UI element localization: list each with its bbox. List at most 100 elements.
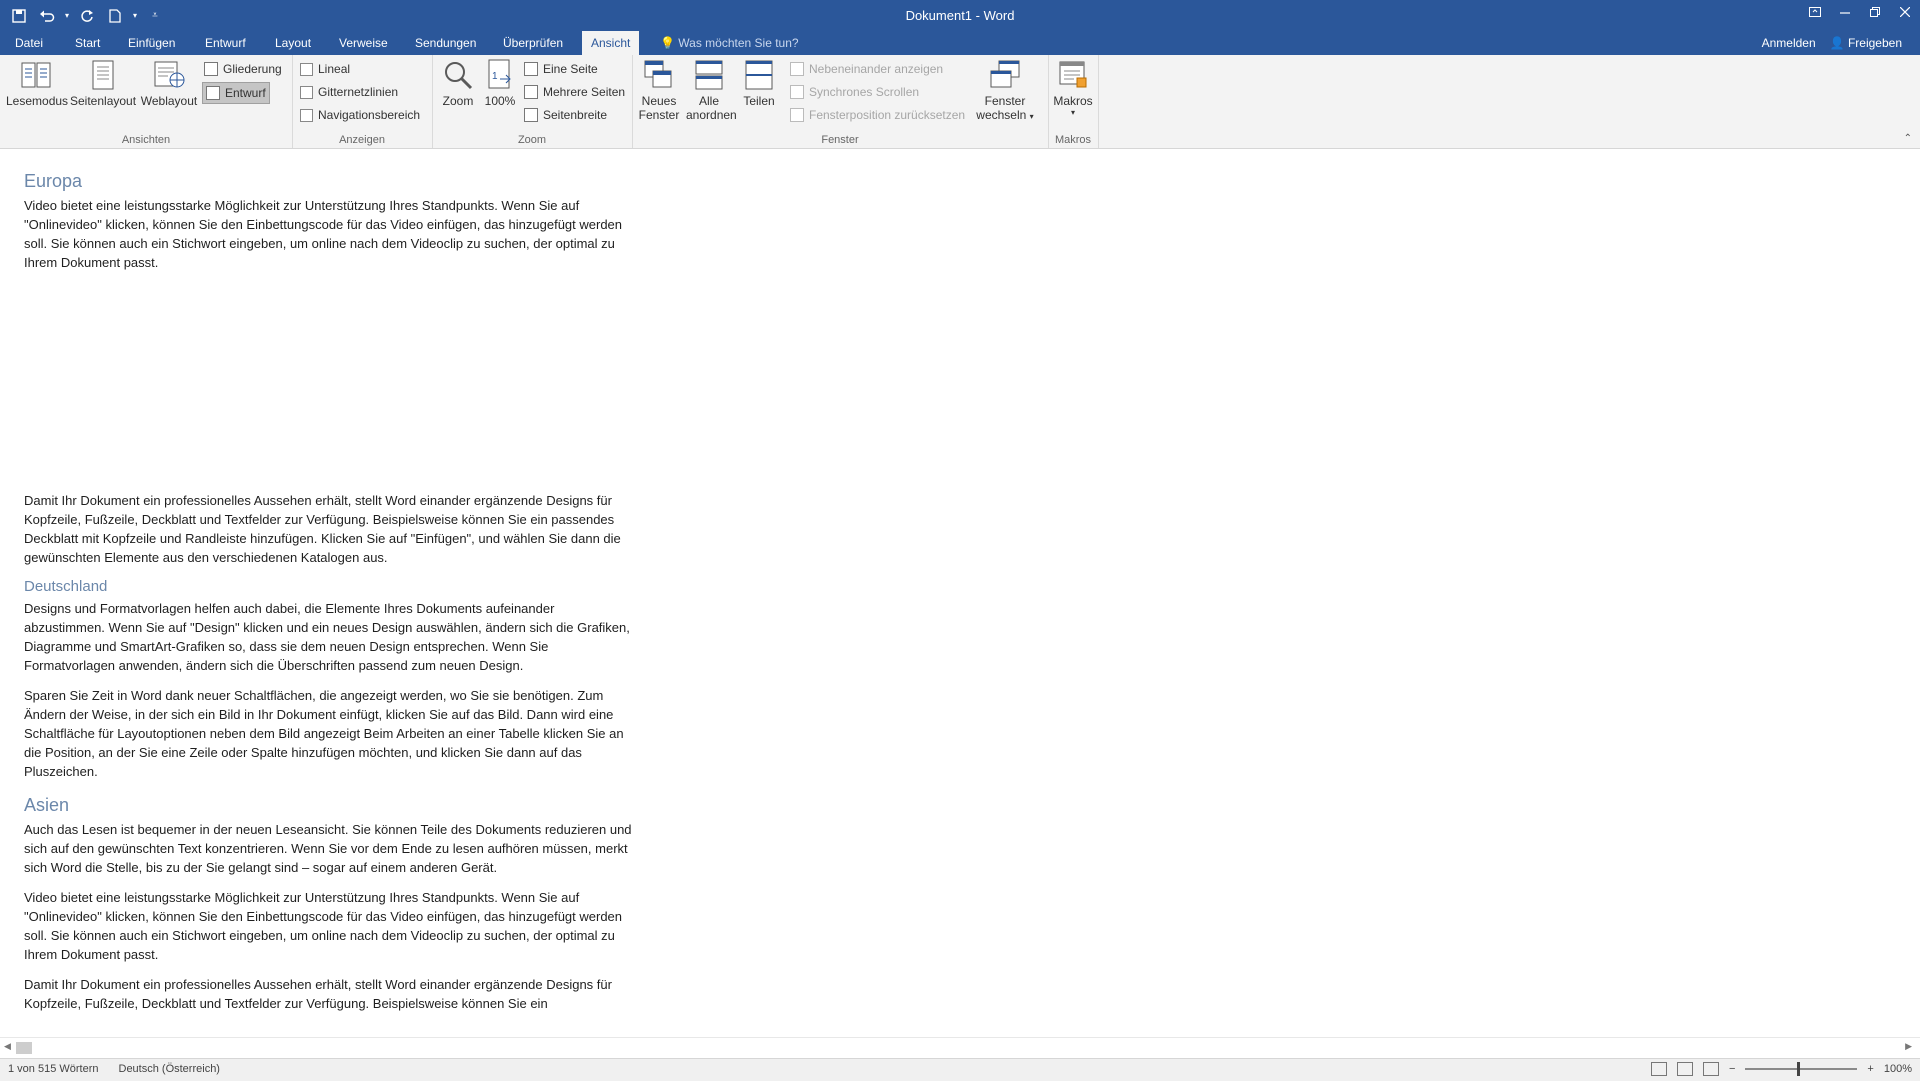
group-label-zoom: Zoom: [517, 134, 547, 146]
scroll-left-icon[interactable]: ◀: [4, 1041, 11, 1052]
tab-layout[interactable]: Layout: [266, 31, 320, 55]
seitenbreite-label: Seitenbreite: [543, 108, 608, 122]
tab-verweise[interactable]: Verweise: [330, 31, 397, 55]
group-fenster: Neues Fenster Alle anordnen Teilen Neben…: [632, 55, 1049, 148]
web-layout-view-icon[interactable]: [1702, 1062, 1719, 1076]
makros-dropdown-icon: ▾: [1070, 108, 1075, 117]
ribbon-tabs: Datei Start Einfügen Entwurf Layout Verw…: [0, 31, 1920, 55]
seitenbreite-button[interactable]: Seitenbreite: [524, 105, 607, 125]
eine-seite-button[interactable]: Eine Seite: [524, 59, 598, 79]
gliederung-label: Gliederung: [223, 62, 282, 76]
page-width-icon: [524, 108, 538, 122]
zoom-out-icon[interactable]: −: [1729, 1063, 1735, 1075]
makros-button[interactable]: Makros ▾: [1050, 59, 1096, 117]
status-right: − + 100%: [1650, 1062, 1912, 1076]
web-layout-icon: [153, 59, 185, 91]
lineal-label: Lineal: [318, 62, 351, 76]
word-count[interactable]: 1 von 515 Wörtern: [8, 1063, 99, 1075]
zoom-100-button[interactable]: 1 100%: [480, 59, 520, 108]
zoom-button[interactable]: Zoom: [438, 59, 478, 108]
lineal-checkbox[interactable]: Lineal: [300, 59, 350, 79]
zoom-level[interactable]: 100%: [1884, 1063, 1912, 1075]
zoom-in-icon[interactable]: +: [1867, 1063, 1873, 1075]
document-area[interactable]: Europa Video bietet eine leistungsstarke…: [0, 149, 1920, 1037]
gliederung-button[interactable]: Gliederung: [204, 59, 282, 79]
chevron-down-icon: ▾: [1029, 112, 1034, 121]
paragraph: Designs und Formatvorlagen helfen auch d…: [24, 601, 630, 673]
switch-windows-icon: [989, 59, 1021, 91]
lineal-checkbox-box[interactable]: [300, 62, 313, 76]
alle-anordnen-label-1: Alle: [698, 94, 719, 108]
window-controls: [1800, 0, 1920, 24]
tell-me-placeholder: Was möchten Sie tun?: [678, 36, 799, 50]
heading-asien: Asien: [24, 795, 70, 815]
lesemodus-label: Lesemodus: [6, 94, 69, 108]
ribbon-display-options-icon[interactable]: [1800, 0, 1830, 24]
gitternetzlinien-checkbox[interactable]: Gitternetzlinien: [300, 82, 398, 102]
scroll-thumb[interactable]: [16, 1042, 32, 1054]
macros-icon: [1057, 59, 1089, 91]
nebeneinander-button[interactable]: Nebeneinander anzeigen: [790, 59, 943, 79]
close-icon[interactable]: [1890, 0, 1920, 24]
minimize-icon[interactable]: [1830, 0, 1860, 24]
status-left: 1 von 515 Wörtern Deutsch (Österreich): [8, 1063, 220, 1075]
scroll-right-icon[interactable]: ▶: [1905, 1041, 1912, 1052]
horizontal-scrollbar[interactable]: ◀ ▶: [0, 1037, 1920, 1058]
navigationsbereich-checkbox[interactable]: Navigationsbereich: [300, 105, 420, 125]
teilen-button[interactable]: Teilen: [736, 59, 782, 108]
navigationsbereich-label: Navigationsbereich: [318, 108, 421, 122]
signin-link[interactable]: Anmelden: [1762, 31, 1816, 55]
status-bar: 1 von 515 Wörtern Deutsch (Österreich) −…: [0, 1058, 1920, 1081]
multiple-pages-icon: [524, 85, 538, 99]
document-content[interactable]: Europa Video bietet eine leistungsstarke…: [24, 171, 634, 1024]
alle-anordnen-button[interactable]: Alle anordnen: [686, 59, 737, 122]
lesemodus-button[interactable]: Lesemodus: [6, 59, 69, 108]
new-window-icon: [643, 59, 675, 91]
title-bar: ▾ ▾ ⩡ Dokument1 - Word: [0, 0, 1920, 31]
neues-fenster-button[interactable]: Neues Fenster: [636, 59, 682, 122]
seitenlayout-button[interactable]: Seitenlayout: [70, 59, 136, 108]
tab-datei[interactable]: Datei: [6, 31, 52, 55]
zoom-label: Zoom: [442, 94, 474, 108]
heading-europa: Europa: [24, 171, 83, 191]
makros-label: Makros: [1053, 94, 1093, 108]
account-area: Anmelden 👤 Freigeben: [1762, 31, 1902, 55]
share-label: Freigeben: [1847, 36, 1902, 50]
fensterposition-button[interactable]: Fensterposition zurücksetzen: [790, 105, 965, 125]
fenster-wechseln-label-2-text: wechseln: [976, 108, 1027, 122]
fenster-wechseln-label-2: wechseln ▾: [974, 108, 1036, 122]
mehrere-seiten-button[interactable]: Mehrere Seiten: [524, 82, 625, 102]
weblayout-button[interactable]: Weblayout: [138, 59, 200, 108]
tab-sendungen[interactable]: Sendungen: [406, 31, 485, 55]
share-button[interactable]: 👤 Freigeben: [1830, 31, 1902, 55]
group-makros: Makros ▾ Makros: [1048, 55, 1099, 148]
zoom-slider-knob[interactable]: [1797, 1062, 1801, 1076]
mehrere-seiten-label: Mehrere Seiten: [543, 85, 626, 99]
print-layout-view-icon[interactable]: [1676, 1062, 1693, 1076]
fenster-wechseln-button[interactable]: Fenster wechseln ▾: [974, 59, 1036, 122]
tab-ansicht[interactable]: Ansicht: [582, 31, 640, 55]
tab-start[interactable]: Start: [66, 31, 109, 55]
tab-entwurf[interactable]: Entwurf: [196, 31, 255, 55]
fensterposition-label: Fensterposition zurücksetzen: [809, 108, 966, 122]
zoom-slider[interactable]: [1745, 1062, 1858, 1076]
group-label-anzeigen: Anzeigen: [339, 134, 385, 146]
tab-ueberpruefen[interactable]: Überprüfen: [494, 31, 572, 55]
tab-einfuegen[interactable]: Einfügen: [119, 31, 184, 55]
language-indicator[interactable]: Deutsch (Österreich): [119, 1063, 220, 1075]
synchrones-scrollen-button[interactable]: Synchrones Scrollen: [790, 82, 919, 102]
entwurf-button[interactable]: Entwurf: [202, 82, 270, 104]
paragraph: Damit Ihr Dokument ein professionelles A…: [24, 977, 612, 1011]
navigationsbereich-checkbox-box[interactable]: [300, 108, 313, 122]
paragraph: Damit Ihr Dokument ein professionelles A…: [24, 493, 621, 565]
alle-anordnen-label-2: anordnen: [686, 108, 737, 122]
group-label-ansichten: Ansichten: [121, 134, 171, 146]
fenster-wechseln-label-1: Fenster: [984, 94, 1026, 108]
person-icon: 👤: [1829, 36, 1845, 50]
tell-me-box[interactable]: 💡 Was möchten Sie tun?: [660, 31, 799, 55]
restore-icon[interactable]: [1860, 0, 1890, 24]
collapse-ribbon-icon[interactable]: ⌃: [1904, 133, 1912, 144]
read-mode-view-icon[interactable]: [1650, 1062, 1667, 1076]
gitternetzlinien-checkbox-box[interactable]: [300, 85, 313, 99]
zoom-100-icon: 1: [484, 59, 516, 91]
